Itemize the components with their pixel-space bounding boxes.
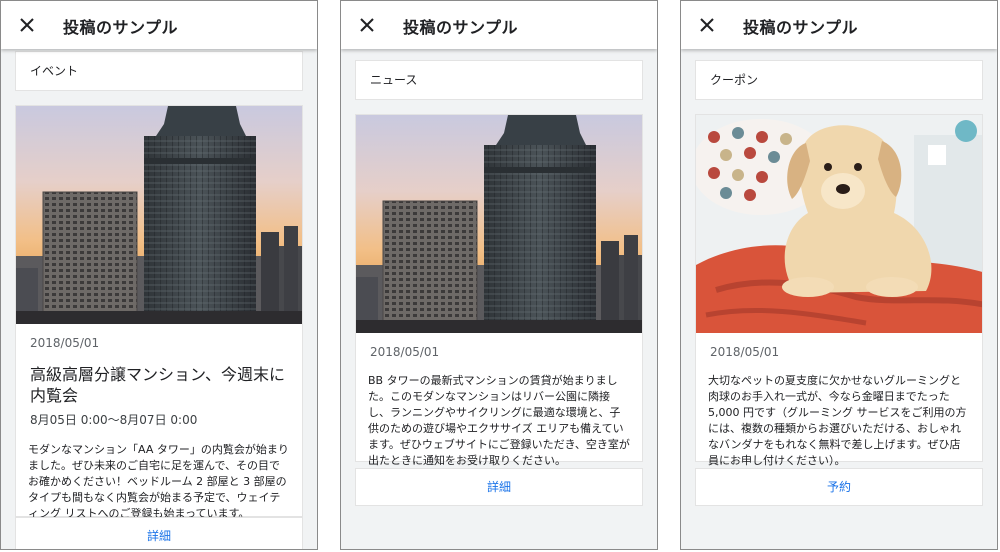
post-title: 高級高層分譲マンション、今週末に内覧会 [30,365,286,405]
post-image [696,115,982,333]
post-type-label: クーポン [695,60,983,100]
post-date: 2018/05/01 [710,345,780,359]
post-image [16,106,302,324]
post-type-label: イベント [15,51,303,91]
post-type-label: ニュース [355,60,643,100]
details-button[interactable]: 詳細 [16,518,302,549]
post-image [356,115,642,333]
header-bar: 投稿のサンプル [681,1,997,49]
page-title: 投稿のサンプル [63,18,179,37]
book-button[interactable]: 予約 [696,469,982,505]
post-body: BB タワーの最新式マンションの賃貸が始まりました。このモダンなマンションはリバ… [368,374,630,467]
close-icon[interactable] [356,14,378,36]
event-period: 8月05日 0:00～8月07日 0:00 [30,413,198,427]
header-bar: 投稿のサンプル [341,1,657,49]
post-card: 2018/05/01 BB タワーの最新式マンションの賃貸が始まりました。このモ… [355,114,643,467]
offer-post-panel: 投稿のサンプル クーポン 2018/05/01 大切なペットの夏支度に欠かせない… [680,0,998,550]
close-icon[interactable] [696,14,718,36]
event-post-panel: 投稿のサンプル イベント 2018/05/01 高級高層分譲マンション、今週末に… [0,0,318,550]
details-button[interactable]: 詳細 [356,469,642,505]
post-body: 大切なペットの夏支度に欠かせないグルーミングと肉球のお手入れ一式が、今なら金曜日… [708,374,967,467]
page-title: 投稿のサンプル [403,18,519,37]
post-body: モダンなマンション「AA タワー」の内覧会が始まりました。ぜひ未来のご自宅に足を… [28,443,289,520]
close-icon[interactable] [16,14,38,36]
header-bar: 投稿のサンプル [1,1,317,49]
news-post-panel: 投稿のサンプル ニュース 2018/05/01 BB タワーの最新式マンションの… [340,0,658,550]
post-card: 2018/05/01 大切なペットの夏支度に欠かせないグルーミングと肉球のお手入… [695,114,983,467]
post-date: 2018/05/01 [30,336,100,350]
post-card: 2018/05/01 高級高層分譲マンション、今週末に内覧会 8月05日 0:0… [15,105,303,520]
page-title: 投稿のサンプル [743,18,859,37]
post-date: 2018/05/01 [370,345,440,359]
details-button-container: 詳細 [355,468,643,506]
book-button-container: 予約 [695,468,983,506]
details-button-container: 詳細 [15,517,303,549]
